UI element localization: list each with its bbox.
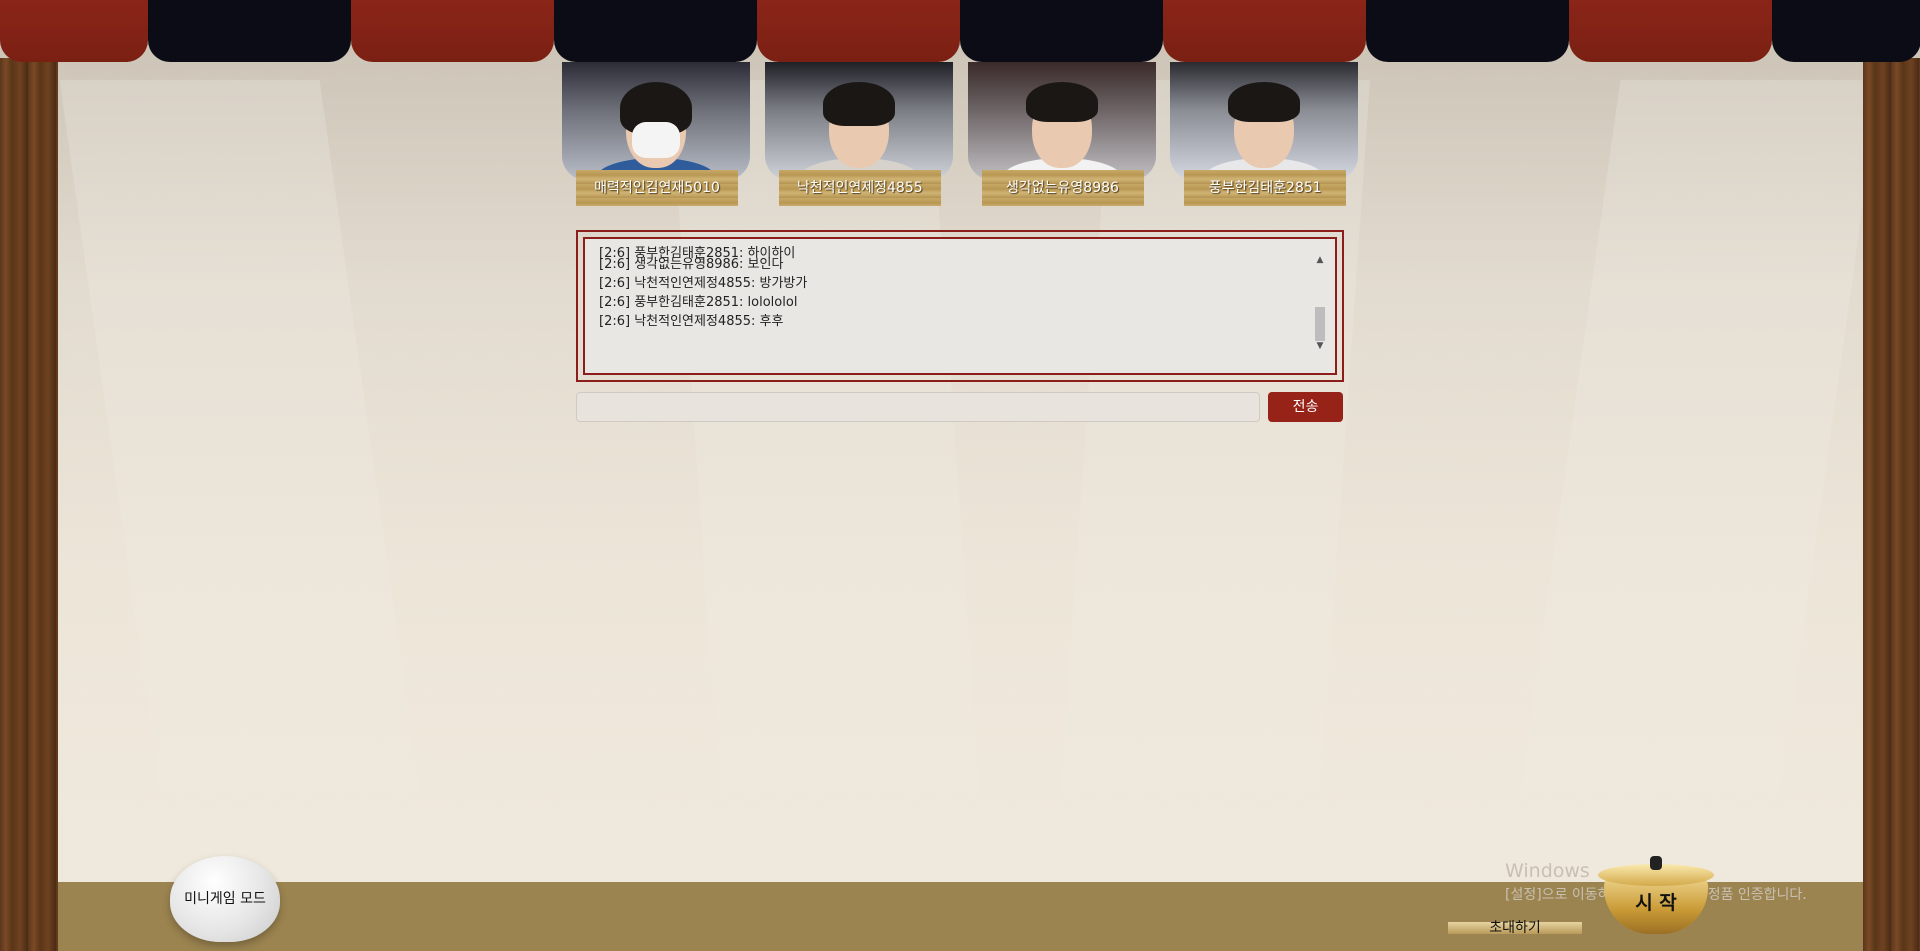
curtain-scallop [960, 0, 1163, 62]
start-button[interactable]: 시 작 [1590, 856, 1722, 940]
chat-scrollbar[interactable]: ▲ ▼ [1313, 253, 1327, 357]
player-nameplate: 낙천적인연제정4855 [778, 170, 941, 206]
player-list: 매력적인김연재5010 낙천적인연제정4855 생각없는유영8986 풍부한김태… [562, 62, 1359, 208]
curtain-scallop [351, 0, 554, 62]
send-button[interactable]: 전송 [1268, 392, 1343, 422]
left-wooden-pillar [0, 58, 58, 951]
pot-knob-icon [1650, 856, 1662, 870]
curtain-scallop [757, 0, 960, 62]
start-label: 시 작 [1635, 892, 1677, 914]
chat-message: [2:6] 낙천적인연제정4855: 후후 [599, 314, 784, 329]
curtain-scallop [0, 0, 148, 62]
scroll-up-arrow-icon[interactable]: ▲ [1313, 253, 1327, 267]
spotlight-beam [1049, 80, 1371, 940]
chat-message: [2:6] 낙천적인연제정4855: 방가방가 [599, 276, 808, 291]
invite-button[interactable]: 초대하기 [1448, 921, 1582, 935]
curtain-scallop [1772, 0, 1920, 62]
player-nameplate: 풍부한김태훈2851 [1184, 170, 1347, 206]
player-video [967, 62, 1156, 180]
player-card: 매력적인김연재5010 [562, 62, 750, 208]
player-card: 낙천적인연제정4855 [764, 62, 953, 208]
face-mask [632, 122, 680, 158]
spotlight-beam [59, 80, 441, 940]
curtain-scallop [1163, 0, 1366, 62]
chat-message-input[interactable] [576, 392, 1260, 422]
right-wooden-pillar [1863, 58, 1920, 951]
player-video [1170, 62, 1359, 180]
chat-log: [2:6] 풍부한김태훈2851: 하이하이 [2:6] 생각없는유영8986:… [576, 230, 1344, 382]
player-card: 생각없는유영8986 [967, 62, 1156, 208]
minigame-mode-button[interactable]: 미니게임 모드 [170, 856, 280, 942]
chat-messages: [2:6] 풍부한김태훈2851: 하이하이 [2:6] 생각없는유영8986:… [599, 246, 1305, 331]
windows-activation-title: Windows [1505, 860, 1590, 882]
curtain-scallop [554, 0, 757, 62]
scroll-down-arrow-icon[interactable]: ▼ [1313, 339, 1327, 353]
chat-message: [2:6] 풍부한김태훈2851: lolololol [599, 295, 798, 310]
player-video [764, 62, 953, 180]
scroll-track[interactable] [1313, 267, 1327, 341]
player-nameplate: 매력적인김연재5010 [576, 170, 738, 206]
curtain-scallop [148, 0, 351, 62]
player-video [562, 62, 750, 180]
spotlight-beam [669, 80, 991, 940]
player-card: 풍부한김태훈2851 [1170, 62, 1359, 208]
scroll-thumb[interactable] [1315, 307, 1325, 341]
spotlight-beam [1499, 80, 1881, 940]
chat-log-panel[interactable]: [2:6] 풍부한김태훈2851: 하이하이 [2:6] 생각없는유영8986:… [583, 237, 1337, 375]
curtain-scallop [1366, 0, 1569, 62]
player-nameplate: 생각없는유영8986 [981, 170, 1144, 206]
curtain-scallop [1569, 0, 1772, 62]
chat-message: [2:6] 풍부한김태훈2851: 하이하이 [599, 246, 796, 261]
curtain-valance [0, 0, 1920, 62]
